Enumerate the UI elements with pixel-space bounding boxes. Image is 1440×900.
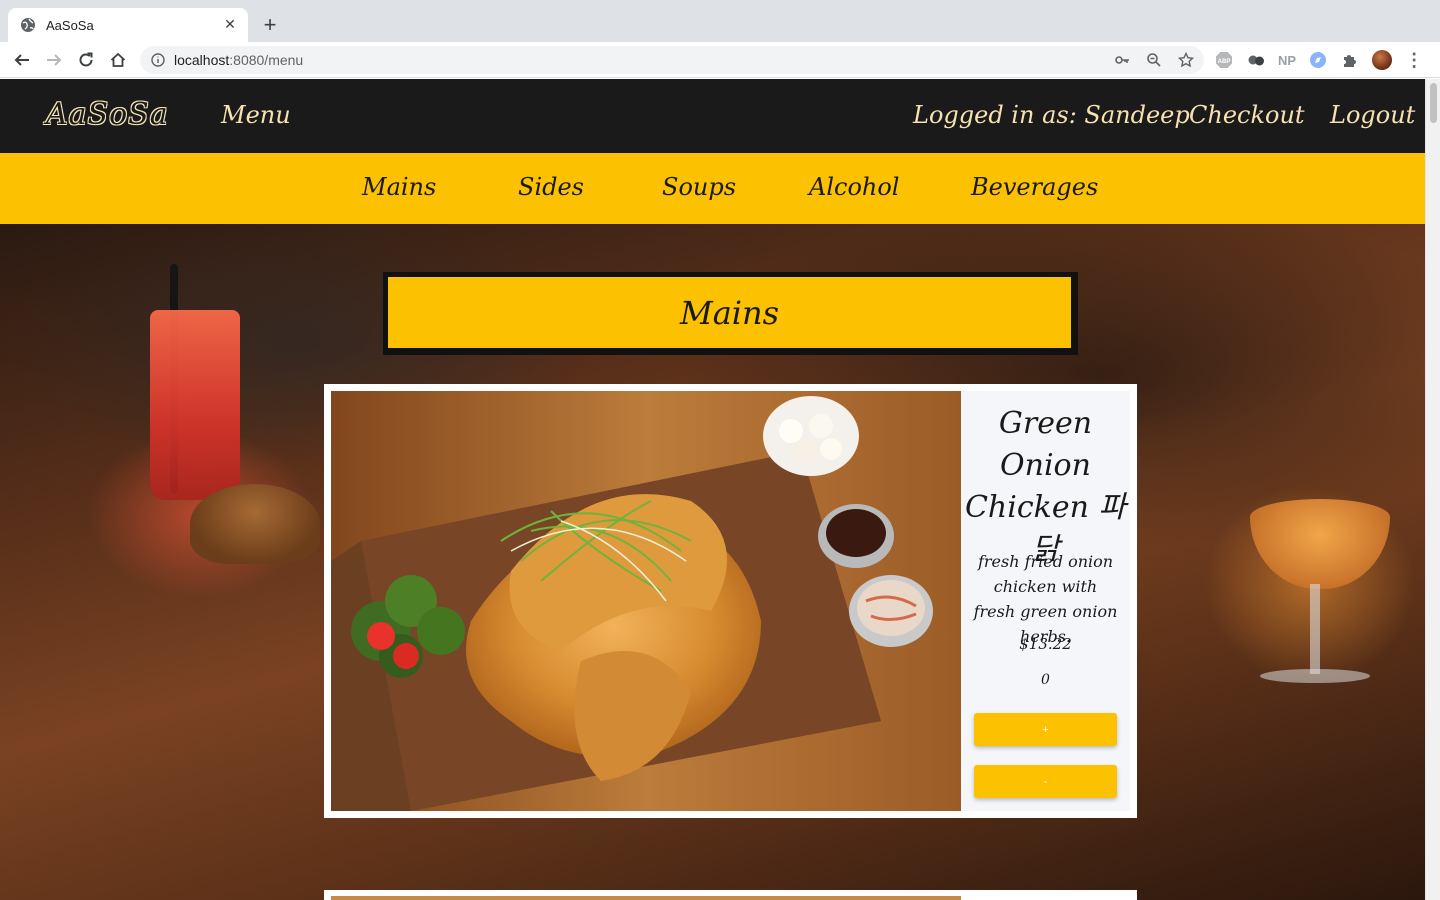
scrollbar-thumb[interactable] — [1430, 83, 1437, 123]
category-bar: Mains Sides Soups Alcohol Beverages — [0, 153, 1425, 224]
extensions-area: ABP NP ⋮ — [1214, 50, 1424, 70]
section-title-box: Mains — [383, 272, 1078, 355]
new-tab-button[interactable]: + — [258, 12, 282, 37]
cocktail-stem-decoration — [1310, 584, 1320, 674]
profile-avatar[interactable] — [1372, 50, 1393, 70]
dish-description: fresh fried onion chicken with fresh gre… — [973, 552, 1118, 646]
site-header: AaSoSa Menu Logged in as: Sandeep Checko… — [0, 79, 1425, 153]
globe-icon — [20, 17, 36, 33]
info-icon[interactable] — [150, 52, 166, 68]
category-beverages[interactable]: Beverages — [971, 173, 1098, 201]
next-menu-item-card — [324, 890, 1137, 900]
page-scrollbar[interactable] — [1425, 79, 1440, 900]
logged-in-user: Logged in as: Sandeep — [913, 101, 1190, 129]
nav-menu-link[interactable]: Menu — [221, 101, 291, 129]
browser-tabstrip: AaSoSa ✕ + — [0, 0, 1440, 42]
star-icon[interactable] — [1176, 50, 1196, 70]
nav-checkout-link[interactable]: Checkout — [1189, 101, 1305, 129]
site-logo[interactable]: AaSoSa — [46, 97, 169, 132]
address-bar[interactable]: localhost:8080/menu — [140, 46, 1204, 74]
tab-title: AaSoSa — [46, 17, 94, 33]
menu-item-card: Green Onion Chicken 파닭 fresh fried onion… — [324, 384, 1137, 818]
np-extension-icon[interactable]: NP — [1278, 50, 1296, 70]
adblock-icon[interactable]: ABP — [1214, 50, 1234, 70]
category-alcohol[interactable]: Alcohol — [809, 173, 899, 201]
zoom-icon[interactable] — [1144, 50, 1164, 70]
reload-icon[interactable] — [74, 48, 98, 72]
section-title: Mains — [679, 293, 780, 332]
forward-arrow-icon[interactable] — [42, 48, 66, 72]
close-icon[interactable]: ✕ — [222, 17, 238, 33]
cocktail-decoration — [1250, 499, 1390, 589]
dish-price: $13.22 — [1019, 635, 1072, 653]
browser-menu-icon[interactable]: ⋮ — [1404, 50, 1424, 70]
add-quantity-button[interactable]: + — [974, 713, 1117, 746]
red-drink-decoration — [150, 310, 240, 500]
dish-photo — [331, 391, 961, 811]
key-icon[interactable] — [1112, 50, 1132, 70]
back-arrow-icon[interactable] — [10, 48, 34, 72]
home-icon[interactable] — [106, 48, 130, 72]
burger-decoration — [190, 484, 320, 564]
category-sides[interactable]: Sides — [518, 173, 584, 201]
safari-icon[interactable] — [1308, 50, 1328, 70]
browser-tab[interactable]: AaSoSa ✕ — [8, 8, 248, 42]
dish-name: Green Onion Chicken 파닭 — [964, 406, 1127, 567]
puzzle-icon[interactable] — [1340, 50, 1360, 70]
page-viewport: AaSoSa Menu Logged in as: Sandeep Checko… — [0, 79, 1425, 900]
dish-info-panel: Green Onion Chicken 파닭 fresh fried onion… — [961, 391, 1130, 811]
remove-quantity-button[interactable]: - — [974, 765, 1117, 798]
cocktail-foot-decoration — [1260, 669, 1370, 683]
category-soups[interactable]: Soups — [662, 173, 736, 201]
browser-toolbar: localhost:8080/menu ABP NP ⋮ — [0, 42, 1440, 78]
dish-quantity: 0 — [1041, 672, 1050, 688]
nav-logout-link[interactable]: Logout — [1330, 101, 1415, 129]
category-mains[interactable]: Mains — [362, 173, 436, 201]
svg-text:ABP: ABP — [1218, 59, 1231, 65]
next-dish-photo — [331, 896, 961, 900]
url-text: localhost:8080/menu — [174, 52, 304, 68]
glasses-icon[interactable] — [1246, 50, 1266, 70]
